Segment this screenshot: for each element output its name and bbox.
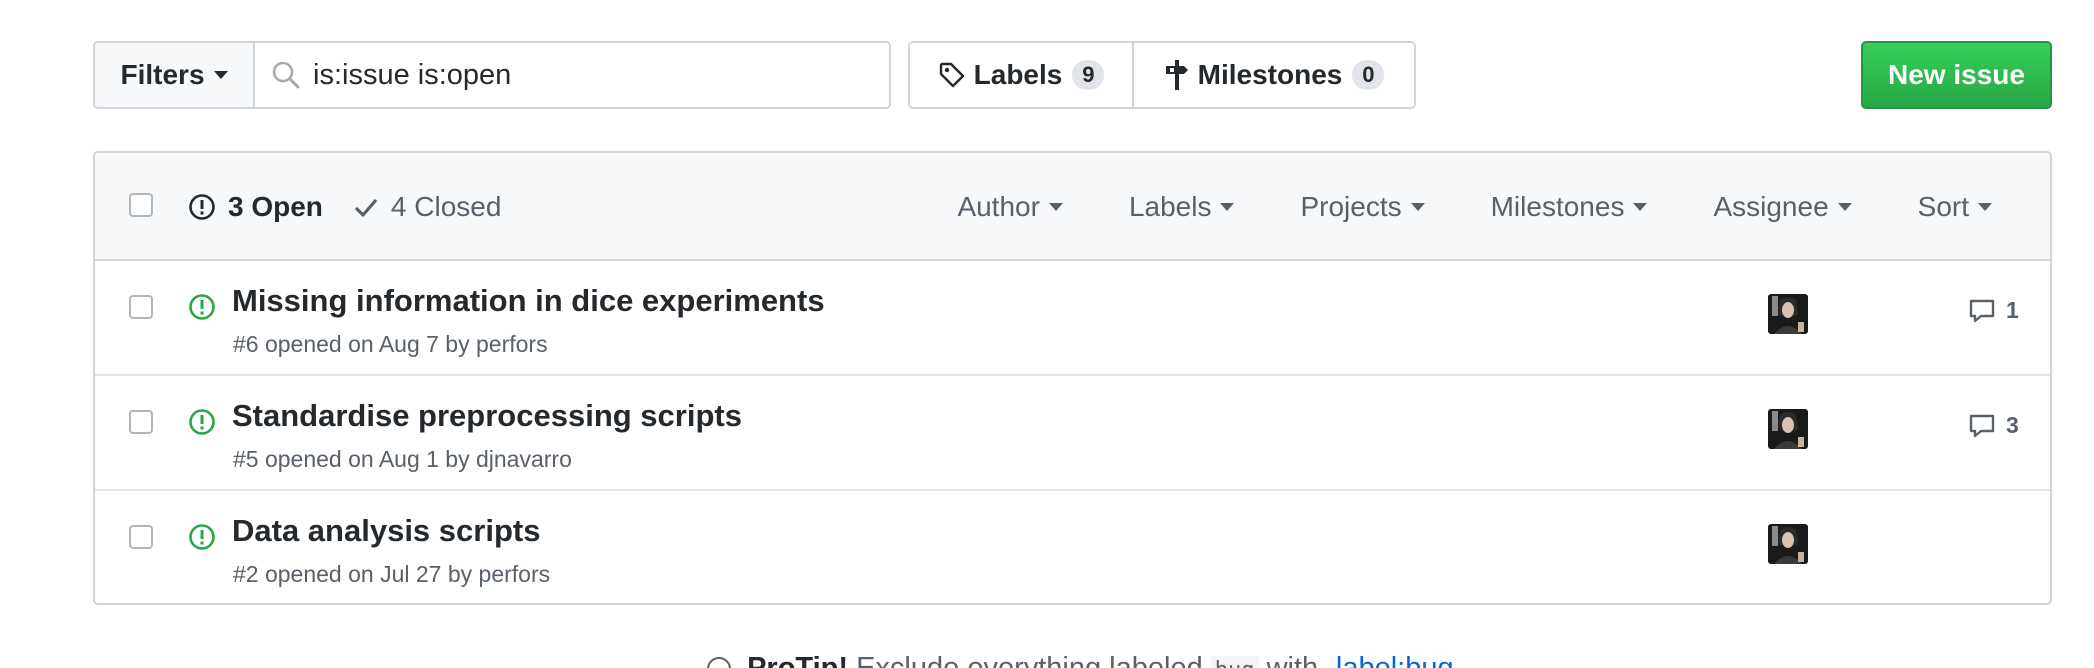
header-filters: Author Labels Projects Milestones Assign… <box>957 153 2050 261</box>
select-all-checkbox[interactable] <box>129 193 153 217</box>
sort-filter-label: Sort <box>1917 191 1969 222</box>
issue-checkbox[interactable] <box>129 410 153 434</box>
comment-icon <box>1969 414 1995 437</box>
tag-icon <box>939 62 964 88</box>
filter-search-group: Filters <box>93 41 891 109</box>
new-issue-label: New issue <box>1888 59 2025 90</box>
lightbulb-icon <box>707 657 731 668</box>
issue-checkbox[interactable] <box>129 525 153 549</box>
labels-filter-label: Labels <box>1128 191 1212 222</box>
caret-down-icon <box>213 71 228 79</box>
filters-dropdown-button[interactable]: Filters <box>95 43 255 107</box>
issues-list: 3 Open 4 Closed Author Labels Projects M… <box>93 151 2052 605</box>
search-box[interactable] <box>255 43 889 107</box>
milestones-filter[interactable]: Milestones <box>1491 191 1648 223</box>
assignee-avatar[interactable] <box>1768 294 1808 334</box>
issue-meta: #2 opened on Jul 27 by perfors <box>233 561 551 587</box>
issue-meta: #6 opened on Aug 7 by perfors <box>233 331 548 357</box>
assignee-avatar[interactable] <box>1768 524 1808 564</box>
open-issues-link[interactable]: 3 Open <box>188 191 323 223</box>
open-count-label: 3 Open <box>228 191 323 222</box>
caret-down-icon <box>1978 203 1992 211</box>
sort-filter[interactable]: Sort <box>1918 191 1992 223</box>
search-input[interactable] <box>313 58 873 92</box>
caret-down-icon <box>1048 203 1063 211</box>
issue-opened-icon <box>189 294 215 320</box>
issue-meta: #5 opened on Aug 1 by djnavarro <box>233 446 572 472</box>
assignee-avatar[interactable] <box>1768 409 1808 449</box>
protip-link[interactable]: -label:bug <box>1326 652 1453 668</box>
milestones-label: Milestones <box>1197 59 1343 90</box>
issue-row: Data analysis scripts #2 opened on Jul 2… <box>95 491 2050 603</box>
milestones-button[interactable]: Milestones 0 <box>1134 43 1414 107</box>
projects-filter[interactable]: Projects <box>1300 191 1425 223</box>
filters-label: Filters <box>120 59 205 90</box>
protip-code: bug <box>1210 656 1259 668</box>
comments-link[interactable]: 3 <box>1968 412 2019 439</box>
caret-down-icon <box>1220 203 1235 211</box>
comments-link[interactable]: 1 <box>1968 297 2019 324</box>
caret-down-icon <box>1837 203 1852 211</box>
issue-opened-icon <box>189 524 215 550</box>
assignee-filter[interactable]: Assignee <box>1713 191 1852 223</box>
labels-label: Labels <box>973 59 1063 90</box>
labels-counter: 9 <box>1072 60 1105 90</box>
assignee-filter-label: Assignee <box>1713 191 1829 222</box>
labels-button[interactable]: Labels 9 <box>910 43 1134 107</box>
new-issue-button[interactable]: New issue <box>1861 41 2052 109</box>
milestones-counter: 0 <box>1352 60 1385 90</box>
issue-opened-icon <box>189 409 215 435</box>
protip-with: with <box>1266 652 1319 668</box>
closed-count-label: 4 Closed <box>390 191 502 222</box>
issue-title-link[interactable]: Standardise preprocessing scripts <box>232 398 742 434</box>
issue-states: 3 Open 4 Closed <box>188 153 501 261</box>
issue-checkbox[interactable] <box>129 295 153 319</box>
author-filter-label: Author <box>957 191 1040 222</box>
protip-heading: ProTip! <box>747 652 849 668</box>
issue-row: Standardise preprocessing scripts #5 ope… <box>95 376 2050 491</box>
author-filter[interactable]: Author <box>957 191 1063 223</box>
issues-list-header: 3 Open 4 Closed Author Labels Projects M… <box>95 153 2050 261</box>
caret-down-icon <box>1633 203 1648 211</box>
issue-title-link[interactable]: Missing information in dice experiments <box>232 283 825 319</box>
check-icon <box>354 198 378 217</box>
search-icon <box>272 61 300 89</box>
issue-row: Missing information in dice experiments … <box>95 261 2050 376</box>
milestones-filter-label: Milestones <box>1490 191 1625 222</box>
protip: ProTip! Exclude everything labeled bug w… <box>707 652 1454 668</box>
projects-filter-label: Projects <box>1300 191 1402 222</box>
labels-milestones-group: Labels 9 Milestones 0 <box>908 41 1416 109</box>
comment-icon <box>1969 299 1995 322</box>
issue-title-link[interactable]: Data analysis scripts <box>232 513 540 549</box>
milestone-icon <box>1165 60 1188 90</box>
caret-down-icon <box>1410 203 1425 211</box>
comment-count: 3 <box>2006 412 2019 438</box>
protip-text: Exclude everything labeled <box>856 652 1203 668</box>
labels-filter[interactable]: Labels <box>1129 191 1235 223</box>
closed-issues-link[interactable]: 4 Closed <box>353 191 502 223</box>
comment-count: 1 <box>2006 297 2019 323</box>
issue-opened-icon <box>189 194 215 220</box>
